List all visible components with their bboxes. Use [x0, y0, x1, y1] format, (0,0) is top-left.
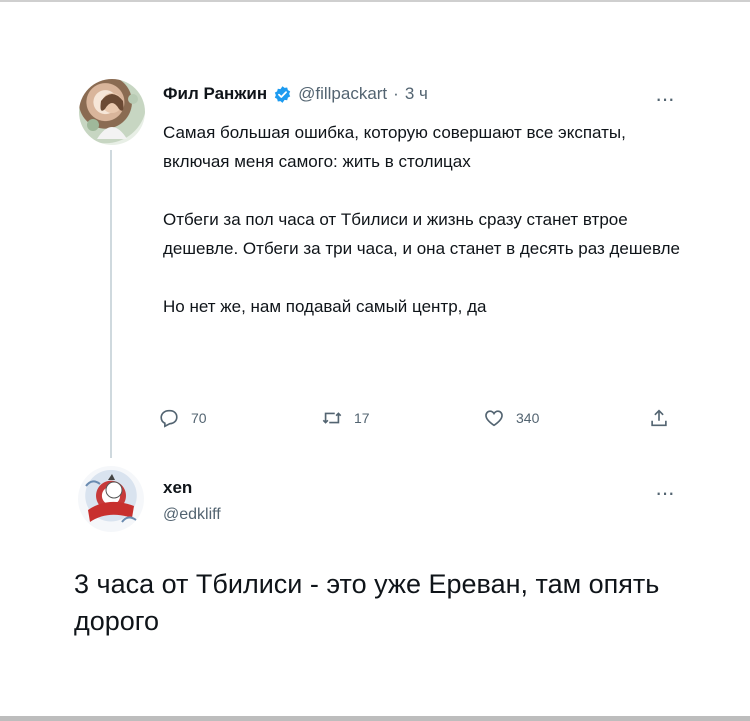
retweet-button[interactable]: 17: [321, 407, 370, 429]
reply-count: 70: [191, 410, 207, 426]
tweet-header: Фил Ранжин @fillpackart · 3 ч: [163, 84, 428, 104]
reply-button[interactable]: 70: [158, 407, 207, 429]
retweet-icon: [322, 412, 342, 424]
separator-dot: ·: [393, 84, 399, 103]
like-count: 340: [516, 410, 540, 426]
like-icon: [485, 410, 503, 427]
reply-author-avatar[interactable]: [78, 466, 144, 532]
tweet-paragraph: Но нет же, нам подавай самый центр, да: [163, 297, 487, 316]
retweet-count: 17: [354, 410, 370, 426]
reply-icon: [160, 409, 178, 428]
thread-line: [110, 150, 112, 458]
like-button[interactable]: 340: [483, 407, 539, 429]
author-name[interactable]: Фил Ранжин: [163, 84, 267, 104]
author-handle[interactable]: @fillpackart: [298, 84, 387, 104]
more-icon[interactable]: ···: [655, 88, 675, 110]
reply-text: 3 часа от Тбилиси - это уже Ереван, там …: [74, 569, 660, 636]
tweet-text: Самая большая ошибка, которую совершают …: [163, 118, 683, 321]
share-button[interactable]: [648, 407, 670, 429]
reply-author-handle[interactable]: @edkliff: [163, 506, 221, 524]
share-icon: [651, 409, 667, 427]
author-avatar[interactable]: [79, 79, 145, 145]
reply-more-icon[interactable]: ···: [655, 482, 675, 504]
top-border: [0, 0, 750, 2]
reply-author-name[interactable]: xen: [163, 478, 192, 498]
tweet-time[interactable]: 3 ч: [405, 84, 428, 104]
verified-badge-icon: [273, 85, 292, 104]
tweet-actions: 70 17 340: [158, 407, 678, 433]
tweet-paragraph: Отбеги за пол часа от Тбилиси и жизнь ср…: [163, 210, 680, 258]
bottom-border: [0, 716, 750, 721]
tweet-paragraph: Самая большая ошибка, которую совершают …: [163, 123, 626, 171]
